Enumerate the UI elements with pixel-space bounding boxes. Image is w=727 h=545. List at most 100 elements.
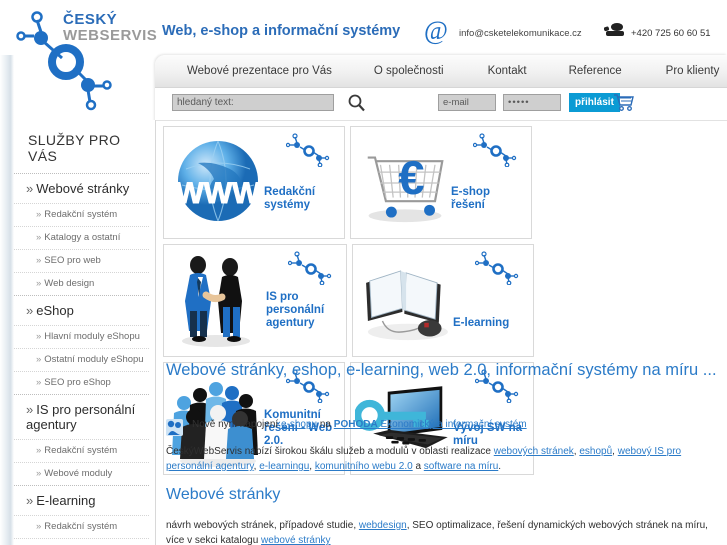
sidebar-subitem-label: Katalogy a ostatní xyxy=(44,232,121,243)
sidebar-item-e-learning[interactable]: » E-learning xyxy=(14,486,149,515)
molecule-network-icon xyxy=(473,133,517,167)
chevron-right-icon: » xyxy=(36,521,42,532)
tile-label: E-learning xyxy=(453,317,510,329)
section-paragraph: návrh webových stránek, případové studie… xyxy=(166,518,722,545)
sidebar-subitem-label: Redakční systém xyxy=(44,521,118,532)
telephone-icon xyxy=(604,23,624,36)
sidebar-subitem-label: Webové moduly xyxy=(44,468,113,479)
chevron-right-icon: » xyxy=(36,255,42,266)
chevron-right-icon: » xyxy=(26,303,34,318)
news-announcement: Nově nyní napojení e-shopu na POHODA Eko… xyxy=(166,418,722,436)
tile-redakcni-systemy[interactable]: WWW Redakční systémy xyxy=(163,126,345,239)
link-e-learningu[interactable]: e-learningu xyxy=(259,461,309,472)
news-mid: na xyxy=(317,419,334,430)
logo-line-1: ČESKÝ xyxy=(63,11,118,28)
sidebar-subitem-label: Hlavní moduly eShopu xyxy=(44,331,140,342)
link-webove-stranky-katalog[interactable]: webové stránky xyxy=(261,535,330,545)
sep-5: a xyxy=(412,461,424,472)
news-bullet-icon xyxy=(166,419,183,436)
services-sidebar: SLUŽBY PRO VÁS » Webové stránky » Redakční… xyxy=(14,120,156,545)
sidebar-item-eshop[interactable]: » eShop xyxy=(14,296,149,325)
link-software-na-miru[interactable]: software na míru xyxy=(424,461,498,472)
header-email[interactable]: info@csketelekomunikace.cz xyxy=(459,28,582,39)
nav-item-o-spolecnosti[interactable]: O společnosti xyxy=(374,65,444,77)
sidebar-group-label: E-learning xyxy=(36,493,96,508)
section-text-1: návrh webových stránek, případové studie… xyxy=(166,520,359,531)
email-field[interactable] xyxy=(438,94,496,111)
chevron-right-icon: » xyxy=(36,445,42,456)
shopping-cart-icon[interactable] xyxy=(613,92,635,112)
chevron-right-icon: » xyxy=(26,402,34,417)
sidebar-group-eshop: » eShop » Hlavní moduly eShopu » Ostatní mo… xyxy=(14,296,149,395)
svg-text:€: € xyxy=(398,152,424,205)
header-phone: +420 725 60 60 51 xyxy=(631,28,711,39)
sidebar-subitem-hlavni-moduly-eshopu[interactable]: » Hlavní moduly eShopu xyxy=(14,325,149,348)
at-sign-icon: @ xyxy=(424,16,448,45)
chevron-right-icon: » xyxy=(36,209,42,220)
sidebar-subitem-redakcni-system-is[interactable]: » Redakční systém xyxy=(14,439,149,462)
sidebar-subitem-webove-moduly[interactable]: » Webové moduly xyxy=(14,462,149,485)
intro-text-1: ČeskýWebServis nabízí širokou škálu služ… xyxy=(166,446,494,457)
link-eshopu[interactable]: eshopů xyxy=(579,446,612,457)
logo-wordmark: ČESKÝ WEBSERVIS xyxy=(63,12,157,44)
handshake-businesspeople-icon xyxy=(182,256,250,347)
sidebar-subitem-label: Redakční systém xyxy=(44,445,118,456)
site-tagline: Web, e-shop a informační systémy xyxy=(162,23,401,39)
nav-item-kontakt[interactable]: Kontakt xyxy=(488,65,527,77)
sidebar-subitem-label: Ostatní moduly eShopu xyxy=(44,354,144,365)
news-link-pohoda[interactable]: POHODA xyxy=(334,419,378,430)
link-webovych-stranek[interactable]: webových stránek xyxy=(494,446,574,457)
tile-label: Redakční systémy xyxy=(264,186,316,211)
site-logo[interactable]: ČESKÝ WEBSERVIS xyxy=(8,2,157,120)
sidebar-item-webove-stranky[interactable]: » Webové stránky xyxy=(14,174,149,203)
search-icon[interactable] xyxy=(347,93,367,113)
news-link-eshopu[interactable]: e-shopu xyxy=(281,419,317,430)
chevron-right-icon: » xyxy=(36,278,42,289)
intro-paragraph: ČeskýWebServis nabízí širokou škálu služ… xyxy=(166,444,722,474)
main-navigation: Webové prezentace pro Vás O společnosti … xyxy=(155,55,727,88)
sidebar-subitem-webovy-e-learning[interactable]: »Webový e-learning xyxy=(14,538,149,545)
logo-line-2: WEBSERVIS xyxy=(63,27,158,44)
search-input[interactable] xyxy=(172,94,334,111)
open-book-mouse-icon xyxy=(366,270,448,341)
chevron-right-icon: » xyxy=(36,377,42,388)
tile-label: IS pro personální agentury xyxy=(266,291,325,329)
chevron-right-icon: » xyxy=(26,181,34,196)
nav-item-pro-klienty[interactable]: Pro klienty xyxy=(666,65,720,77)
svg-text:WWW: WWW xyxy=(176,177,262,210)
nav-item-webove-prezentace[interactable]: Webové prezentace pro Vás xyxy=(187,65,332,77)
sidebar-subitem-label: Redakční systém xyxy=(44,209,118,220)
chevron-right-icon: » xyxy=(36,468,42,479)
sidebar-subitem-ostatni-moduly-eshopu[interactable]: » Ostatní moduly eShopu xyxy=(14,348,149,371)
sidebar-group-webove-stranky: » Webové stránky » Redakční systém » Katalo… xyxy=(14,174,149,296)
sidebar-group-is-pro-personalni-agentury: » IS pro personální agentury » Redakční sy… xyxy=(14,395,149,486)
sidebar-item-is-pro-personalni-agentury[interactable]: » IS pro personální agentury xyxy=(14,395,149,439)
nav-item-reference[interactable]: Reference xyxy=(569,65,622,77)
sidebar-title: SLUŽBY PRO VÁS xyxy=(14,120,149,174)
news-pre: Nově nyní napojení xyxy=(192,419,281,430)
link-webdesign[interactable]: webdesign xyxy=(359,520,407,531)
sidebar-subitem-redakcni-system-web[interactable]: » Redakční systém xyxy=(14,203,149,226)
password-field[interactable] xyxy=(503,94,561,111)
sidebar-subitem-label: SEO pro eShop xyxy=(44,377,111,388)
tile-e-learning[interactable]: E-learning xyxy=(352,244,534,357)
sidebar-subitem-seo-pro-eshop[interactable]: » SEO pro eShop xyxy=(14,371,149,394)
tile-eshop-reseni[interactable]: € E-shop řešení xyxy=(350,126,532,239)
sidebar-subitem-redakcni-system-elearning[interactable]: » Redakční systém xyxy=(14,515,149,538)
sidebar-subitem-web-design[interactable]: » Web design xyxy=(14,272,149,295)
link-komunitniho-webu[interactable]: komunitního webu 2.0 xyxy=(315,461,413,472)
molecule-network-icon xyxy=(286,133,330,167)
shopping-cart-euro-icon: € xyxy=(367,152,444,223)
page-title: Webové stránky, eshop, e-learning, web 2… xyxy=(166,361,717,379)
page-root: ČESKÝ WEBSERVIS Web, e-shop a informační… xyxy=(0,0,727,545)
tile-is-pro-personalni-agentury[interactable]: IS pro personální agentury xyxy=(163,244,347,357)
molecule-network-icon xyxy=(475,251,519,285)
sidebar-subitem-seo-pro-web[interactable]: » SEO pro web xyxy=(14,249,149,272)
site-header: ČESKÝ WEBSERVIS Web, e-shop a informační… xyxy=(0,0,727,111)
sidebar-group-label: eShop xyxy=(36,303,74,318)
news-link-pohoda-desc[interactable]: Ekonomický a informační systém xyxy=(378,419,526,430)
chevron-right-icon: » xyxy=(36,354,42,365)
sidebar-group-e-learning: »E-learning »Redakční systém »Webový e-l… xyxy=(14,486,149,545)
globe-www-icon: WWW xyxy=(175,140,262,222)
sidebar-subitem-katalogy-a-ostatni[interactable]: » Katalogy a ostatní xyxy=(14,226,149,249)
